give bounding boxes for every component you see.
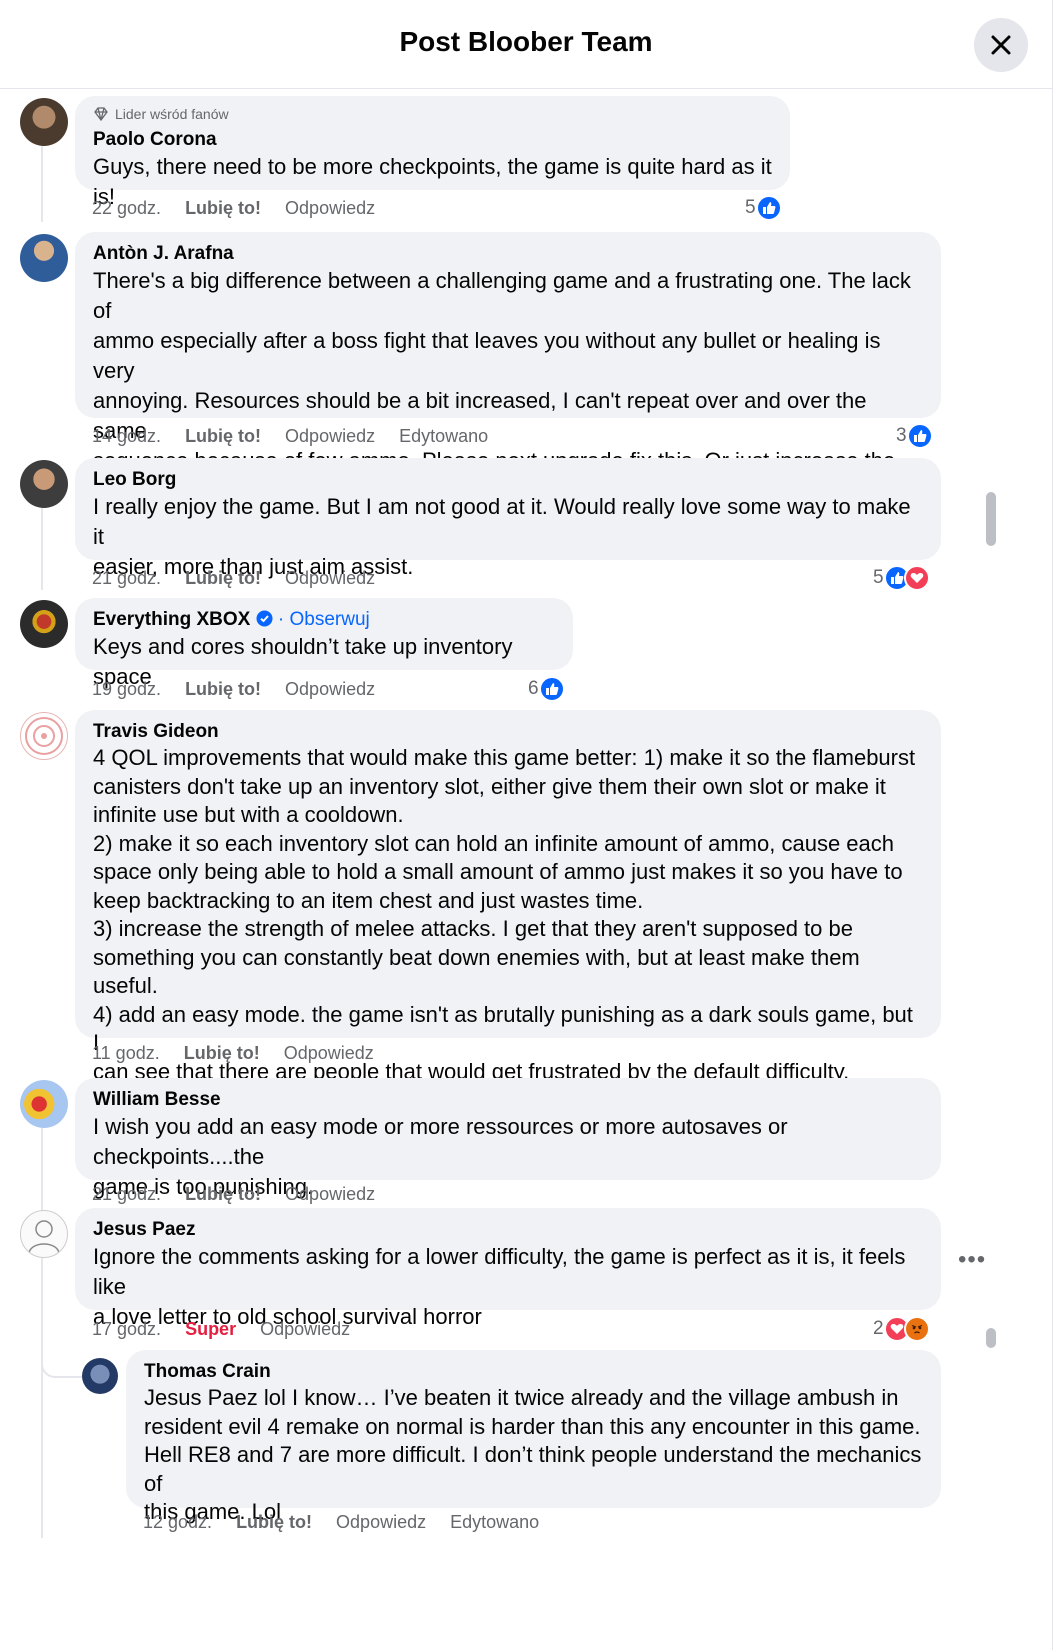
fan-badge: Lider wśród fanów (93, 106, 772, 122)
scrollbar-thumb[interactable] (986, 1328, 996, 1348)
timestamp[interactable]: 19 godz. (92, 679, 161, 700)
comment-text: Jesus Paez lol I know… I’ve beaten it tw… (144, 1385, 922, 1524)
comment-actions: 12 godz. Lubię to! Odpowiedz Edytowano (143, 1512, 539, 1533)
comment-actions: 21 godz. Lubię to! Odpowiedz (92, 568, 375, 589)
comment-author[interactable]: William Besse (93, 1088, 923, 1112)
comment-actions: 17 godz. Super Odpowiedz (92, 1319, 350, 1340)
love-reaction-icon (903, 565, 930, 591)
comment-author[interactable]: Leo Borg (93, 468, 923, 492)
comment-bubble: Jesus Paez Ignore the comments asking fo… (75, 1208, 941, 1329)
reaction-count: 2 (873, 1318, 884, 1339)
like-button[interactable]: Lubię to! (184, 1043, 260, 1064)
diamond-icon (94, 107, 108, 121)
comment-author[interactable]: Everything XBOX (93, 609, 250, 630)
close-icon (991, 35, 1011, 55)
scrollbar-thumb[interactable] (986, 492, 996, 546)
avatar[interactable] (20, 712, 68, 760)
avatar[interactable] (20, 98, 68, 146)
timestamp[interactable]: 21 godz. (92, 568, 161, 589)
comment-bubble: Antòn J. Arafna There's a big difference… (75, 232, 941, 503)
reaction-summary[interactable]: 5 (745, 195, 782, 221)
reaction-summary[interactable]: 2 (873, 1316, 930, 1342)
comment-bubble: Everything XBOX · Obserwuj Keys and core… (75, 598, 573, 689)
like-reaction-icon (538, 676, 565, 702)
comment-actions: 22 godz. Lubię to! Odpowiedz (92, 198, 375, 219)
reply-button[interactable]: Odpowiedz (285, 679, 375, 700)
comment-bubble: Lider wśród fanów Paolo Corona Guys, the… (75, 96, 790, 209)
reply-button[interactable]: Odpowiedz (285, 426, 375, 447)
like-reaction-icon (755, 195, 782, 221)
edited-label[interactable]: Edytowano (450, 1512, 539, 1533)
reply-button[interactable]: Odpowiedz (285, 1184, 375, 1205)
comment-author[interactable]: Travis Gideon (93, 720, 923, 744)
thread-line (41, 146, 43, 222)
comment-bubble: Leo Borg I really enjoy the game. But I … (75, 458, 941, 579)
comment-actions: 19 godz. Lubię to! Odpowiedz (92, 679, 375, 700)
reply-connector (41, 1340, 83, 1378)
comment-actions: 14 godz. Lubię to! Odpowiedz Edytowano (92, 426, 488, 447)
thread-line (41, 508, 43, 590)
reply-button[interactable]: Odpowiedz (260, 1319, 350, 1340)
edited-label[interactable]: Edytowano (399, 426, 488, 447)
comment-actions: 11 godz. Lubię to! Odpowiedz (92, 1043, 374, 1064)
thread-line (41, 1128, 43, 1210)
comment-bubble: Thomas Crain Jesus Paez lol I know… I’ve… (126, 1350, 941, 1524)
verified-icon (256, 610, 273, 627)
reply-button[interactable]: Odpowiedz (285, 568, 375, 589)
timestamp[interactable]: 17 godz. (92, 1319, 161, 1340)
like-button[interactable]: Lubię to! (185, 198, 261, 219)
comment-author[interactable]: Antòn J. Arafna (93, 242, 923, 266)
comment-author[interactable]: Paolo Corona (93, 128, 772, 152)
timestamp[interactable]: 22 godz. (92, 198, 161, 219)
like-button[interactable]: Super (185, 1319, 236, 1340)
reaction-count: 3 (896, 425, 907, 446)
avatar[interactable] (82, 1358, 118, 1394)
badge-label: Lider wśród fanów (115, 106, 229, 122)
comment-text: 4 QOL improvements that would make this … (93, 745, 916, 1084)
reaction-summary[interactable]: 5 (873, 565, 930, 591)
like-button[interactable]: Lubię to! (185, 426, 261, 447)
like-button[interactable]: Lubię to! (236, 1512, 312, 1533)
like-reaction-icon (906, 423, 933, 449)
timestamp[interactable]: 21 godz. (92, 1184, 161, 1205)
avatar[interactable] (20, 1210, 68, 1258)
reaction-count: 5 (873, 567, 884, 588)
comment-author[interactable]: Thomas Crain (144, 1360, 923, 1384)
comment-author-row: Everything XBOX · Obserwuj (93, 608, 555, 632)
timestamp[interactable]: 12 godz. (143, 1512, 212, 1533)
follow-button[interactable]: · Obserwuj (278, 609, 370, 630)
reply-button[interactable]: Odpowiedz (284, 1043, 374, 1064)
timestamp[interactable]: 14 godz. (92, 426, 161, 447)
thread-line (41, 1258, 43, 1538)
comment-actions: 21 godz. Lubię to! Odpowiedz (92, 1184, 375, 1205)
post-dialog: Post Bloober Team Lider wśród fanów Paol… (0, 0, 1053, 1650)
page-title: Post Bloober Team (399, 26, 653, 57)
reaction-count: 5 (745, 197, 756, 218)
reaction-summary[interactable]: 3 (896, 423, 933, 449)
reply-button[interactable]: Odpowiedz (336, 1512, 426, 1533)
timestamp[interactable]: 11 godz. (92, 1043, 160, 1064)
avatar[interactable] (20, 234, 68, 282)
comment-bubble: Travis Gideon 4 QOL improvements that wo… (75, 710, 941, 1084)
reaction-summary[interactable]: 6 (528, 676, 565, 702)
avatar[interactable] (20, 1080, 68, 1128)
avatar[interactable] (20, 460, 68, 508)
angry-reaction-icon (903, 1316, 930, 1342)
reaction-count: 6 (528, 678, 539, 699)
comment-author[interactable]: Jesus Paez (93, 1218, 923, 1242)
reply-button[interactable]: Odpowiedz (285, 198, 375, 219)
like-button[interactable]: Lubię to! (185, 1184, 261, 1205)
avatar[interactable] (20, 600, 68, 648)
more-options-icon[interactable]: ••• (958, 1246, 986, 1274)
like-button[interactable]: Lubię to! (185, 568, 261, 589)
like-button[interactable]: Lubię to! (185, 679, 261, 700)
comment-bubble: William Besse I wish you add an easy mod… (75, 1078, 941, 1199)
close-button[interactable] (974, 18, 1028, 72)
dialog-header: Post Bloober Team (0, 0, 1052, 89)
